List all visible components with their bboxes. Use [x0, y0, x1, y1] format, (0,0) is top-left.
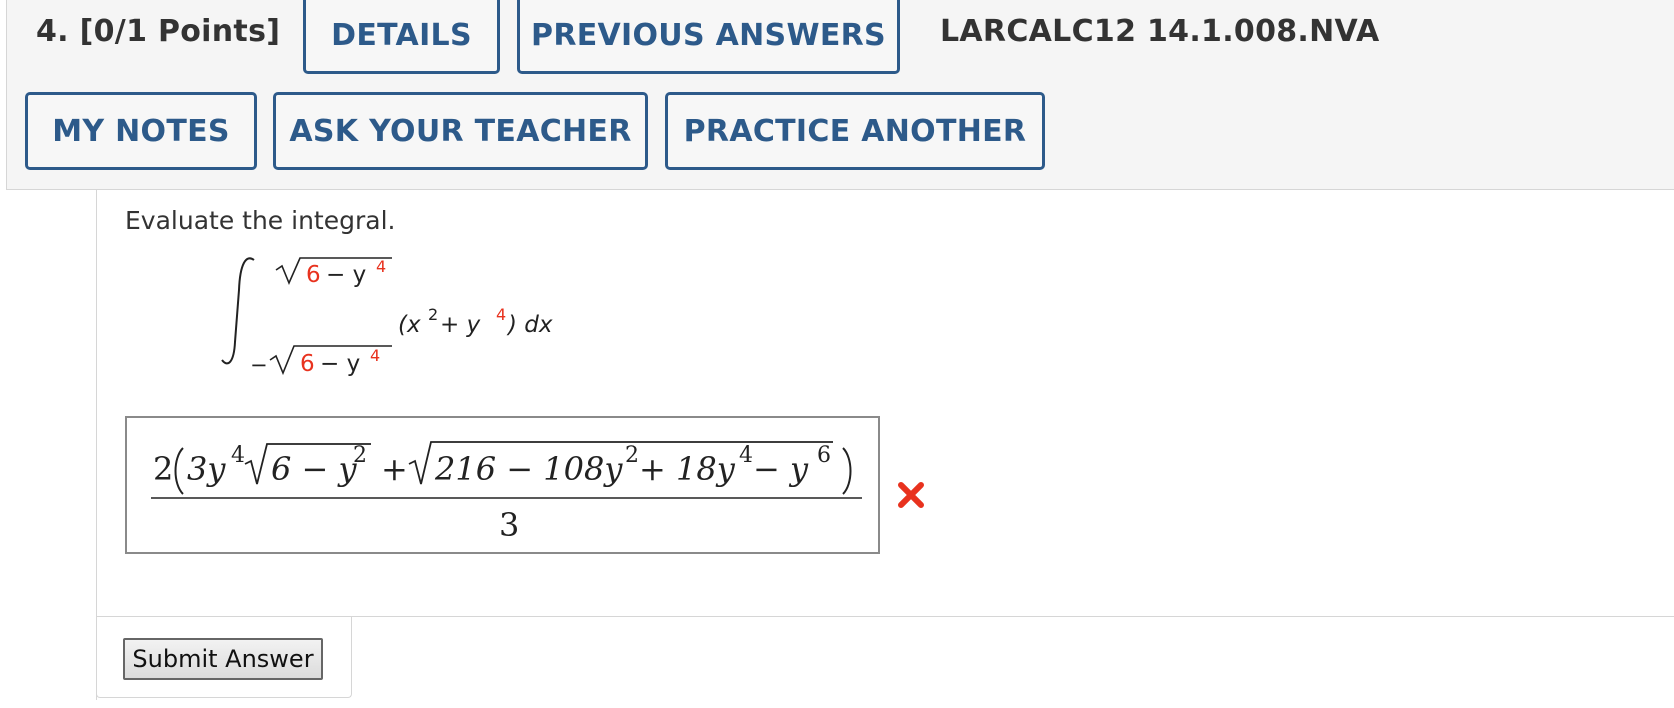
- details-button[interactable]: DETAILS: [303, 0, 500, 74]
- upper-limit-exponent: 4: [376, 257, 386, 276]
- lower-limit-sign: −: [250, 353, 268, 377]
- lower-limit-rest: − y: [320, 351, 360, 377]
- ask-your-teacher-button[interactable]: ASK YOUR TEACHER: [273, 92, 648, 170]
- answer-expression: 2 3y 4 6 − y 2 + 216 − 108y 2 + 18y 4 − …: [151, 441, 862, 544]
- answer-term1: 3y: [187, 450, 226, 488]
- integrand-close: ) dx: [506, 312, 553, 338]
- answer-radicand-2a: 216 − 108y: [434, 450, 623, 488]
- upper-limit-constant: 6: [306, 262, 321, 288]
- question-number-label: 4.: [36, 14, 69, 49]
- answer-left-paren: [174, 447, 184, 495]
- lower-limit-constant: 6: [300, 351, 315, 377]
- answer-radicand-1-exponent: 2: [353, 443, 367, 468]
- integrand-exponent-2: 4: [496, 305, 506, 324]
- answer-box[interactable]: 2 3y 4 6 − y 2 + 216 − 108y 2 + 18y 4 − …: [125, 416, 880, 554]
- answer-denominator: 3: [499, 506, 519, 544]
- my-notes-button[interactable]: MY NOTES: [25, 92, 257, 170]
- integrand-exponent-1: 2: [428, 305, 438, 324]
- answer-radicand-2c-exponent: 6: [817, 443, 831, 468]
- assignment-code: LARCALC12 14.1.008.NVA: [940, 14, 1380, 49]
- integrand-open: (x: [398, 312, 421, 338]
- submit-answer-button[interactable]: Submit Answer: [123, 638, 323, 680]
- answer-term1-exponent: 4: [231, 443, 245, 468]
- answer-radicand-2b-exponent: 4: [739, 443, 753, 468]
- answer-radicand-2c: − y: [753, 450, 809, 488]
- question-number: 4. [0/1 Points]: [36, 14, 280, 49]
- points-label: [0/1 Points]: [79, 14, 281, 49]
- question-prompt: Evaluate the integral.: [125, 206, 396, 235]
- x-mark-icon: [898, 482, 924, 508]
- practice-another-button[interactable]: PRACTICE ANOTHER: [665, 92, 1045, 170]
- answer-radicand-2a-exponent: 2: [625, 443, 639, 468]
- lower-limit-exponent: 4: [370, 346, 380, 365]
- answer-coefficient: 2: [153, 450, 173, 488]
- answer-radicand-1: 6 − y: [271, 450, 358, 488]
- integral-sign: [221, 257, 255, 365]
- answer-plus: +: [381, 450, 408, 488]
- previous-answers-button[interactable]: PREVIOUS ANSWERS: [517, 0, 900, 74]
- answer-right-paren: [842, 447, 852, 495]
- integrand-mid: + y: [440, 312, 481, 338]
- integral-expression: 6 − y 4 − 6 − y 4 (x 2 + y 4 ) dx: [221, 257, 553, 377]
- answer-radicand-2b: + 18y: [639, 450, 736, 488]
- upper-limit-rest: − y: [326, 262, 366, 288]
